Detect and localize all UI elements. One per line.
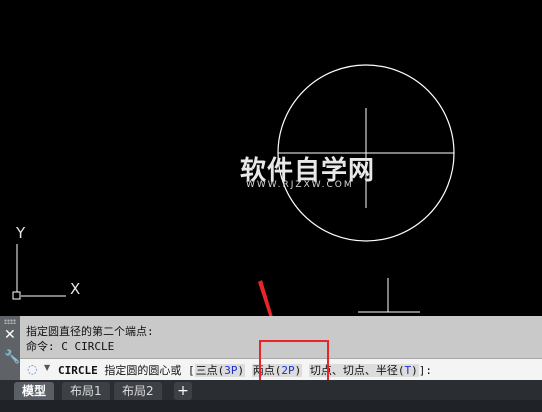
grip-icon[interactable] (4, 319, 16, 324)
chevron-down-icon[interactable]: ▼ (44, 363, 50, 372)
wrench-icon[interactable]: 🔧 (4, 350, 20, 365)
tab-layout2[interactable]: 布局2 (114, 382, 162, 400)
tab-layout1[interactable]: 布局1 (62, 382, 110, 400)
ucs-origin-box (12, 291, 21, 300)
history-line: 指定圆直径的第二个端点: (26, 325, 154, 338)
command-recent-icon[interactable]: ◌ (27, 362, 41, 376)
ucs-x-label: X (70, 280, 81, 298)
option-3p-key: 3P (224, 364, 238, 377)
command-name: CIRCLE (58, 364, 98, 377)
option-ttr-end: ) (411, 364, 418, 377)
option-3p-end: ) (237, 364, 245, 377)
command-window-handle[interactable]: ✕ 🔧 (0, 316, 20, 380)
tab-model[interactable]: 模型 (14, 382, 55, 400)
prompt-close: ]: (418, 364, 432, 377)
tab-strip-bottom (0, 400, 542, 412)
history-line: 命令: C CIRCLE (26, 340, 115, 353)
option-3p[interactable]: 三点(3P) (194, 364, 246, 377)
close-icon[interactable]: ✕ (4, 328, 16, 342)
drawing-canvas[interactable]: 软件自学网 WWW.RJZXW.COM Y X (0, 0, 542, 316)
ucs-y-label: Y (16, 224, 26, 242)
prompt-instruction: 指定圆的圆心或 [ (97, 364, 195, 377)
watermark-subtitle: WWW.RJZXW.COM (246, 180, 354, 190)
option-3p-label: 三点( (195, 364, 225, 377)
command-prompt: CIRCLE 指定圆的圆心或 [三点(3P) 两点(2P) 切点、切点、半径(T… (58, 362, 432, 378)
command-history: 指定圆直径的第二个端点: 命令: C CIRCLE (26, 324, 154, 354)
red-arrow (258, 280, 273, 316)
add-tab-button[interactable]: + (174, 382, 192, 400)
layout-tabs: 模型 布局1 布局2 + (0, 380, 542, 412)
